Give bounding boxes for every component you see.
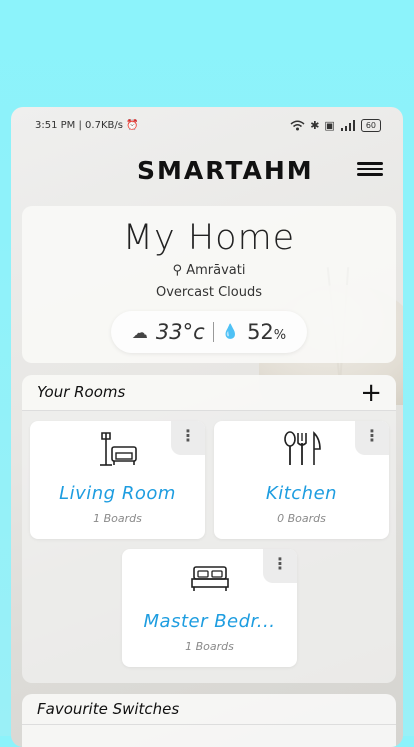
room-boards-count: 0 Boards: [277, 512, 326, 525]
room-boards-count: 1 Boards: [185, 640, 234, 653]
divider: [22, 724, 396, 725]
favourite-switches-title: Favourite Switches: [37, 700, 180, 718]
menu-icon-line: [357, 162, 383, 165]
menu-icon-line: [357, 167, 383, 171]
room-card-kitchen[interactable]: ⋮ Kitchen 0 Boards: [214, 421, 389, 539]
location-name: Amrāvati: [186, 263, 246, 278]
volte-icon: ▣: [324, 118, 335, 132]
wifi-icon: [290, 120, 305, 130]
room-boards-count: 1 Boards: [93, 512, 142, 525]
rooms-title: Your Rooms: [37, 383, 126, 401]
room-name: Master Bedr...: [143, 611, 276, 632]
location-row: ⚲ Amrāvati: [22, 263, 396, 278]
weather-pill: ☁ 33°c 💧 52%: [111, 311, 307, 353]
battery-indicator: 60: [360, 118, 381, 132]
menu-button[interactable]: [357, 159, 383, 179]
status-speed: 0.7KB/s: [85, 119, 123, 131]
rooms-panel: Your Rooms + ⋮ Living Room 1 Boards ⋮ Ki…: [22, 375, 396, 683]
rooms-header: Your Rooms +: [22, 375, 396, 411]
humidity-unit: %: [273, 328, 287, 343]
cloud-icon: ☁: [131, 322, 148, 342]
add-room-button[interactable]: +: [360, 375, 382, 411]
signal-icon: [340, 119, 355, 131]
sofa-lamp-icon: [100, 432, 137, 466]
room-card-master-bedroom[interactable]: ⋮ Master Bedr... 1 Boards: [122, 549, 297, 667]
humidity-drop-icon: 💧: [221, 324, 240, 340]
room-card-living-room[interactable]: ⋮ Living Room 1 Boards: [30, 421, 205, 539]
bluetooth-icon: ✱: [310, 118, 320, 132]
home-title: My Home: [122, 218, 296, 258]
temperature-value: 33°c: [155, 320, 205, 344]
menu-icon-line: [357, 173, 383, 176]
humidity-value: 52: [247, 320, 274, 344]
weather-condition: Overcast Clouds: [155, 285, 262, 300]
room-name: Kitchen: [265, 483, 338, 504]
room-name: Living Room: [59, 483, 176, 504]
alarm-icon: ⏰: [126, 119, 139, 131]
cutlery-icon: [284, 431, 321, 465]
home-card: My Home ⚲ Amrāvati Overcast Clouds ☁ 33°…: [22, 206, 396, 363]
app-screen: 3:51 PM | 0.7KB/s ⏰ ✱ ▣ 60 SMARTAHM My H…: [11, 107, 403, 747]
humidity-group: 52%: [247, 320, 286, 344]
status-bar: 3:51 PM | 0.7KB/s ⏰ ✱ ▣ 60: [11, 107, 403, 143]
bed-icon: [191, 566, 229, 591]
status-time: 3:51 PM: [35, 119, 76, 131]
location-pin-icon: ⚲: [172, 263, 187, 278]
app-header: SMARTAHM: [11, 145, 403, 195]
app-logo: SMARTAHM: [137, 156, 314, 185]
favourite-switches-panel: Favourite Switches: [22, 694, 396, 747]
weather-divider: [212, 322, 214, 342]
